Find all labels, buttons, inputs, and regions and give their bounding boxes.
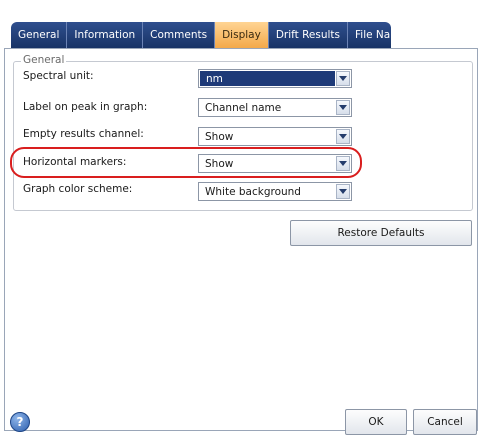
chevron-down-icon[interactable] (336, 184, 350, 199)
horizontal-markers-label: Horizontal markers: (23, 156, 127, 168)
tab-information[interactable]: Information (67, 22, 144, 48)
chevron-down-icon[interactable] (336, 129, 350, 144)
chevron-down-icon[interactable] (336, 156, 350, 171)
chevron-down-icon[interactable] (336, 71, 350, 86)
cancel-button[interactable]: Cancel (413, 409, 477, 435)
spectral-unit-select[interactable]: nm (198, 69, 352, 88)
tab-file-name[interactable]: File Name (348, 22, 391, 48)
horizontal-markers-select[interactable]: Show (198, 154, 352, 173)
label-on-peak-select[interactable]: Channel name (198, 98, 352, 117)
dialog-window: General Information Comments Display Dri… (0, 0, 481, 437)
restore-defaults-button[interactable]: Restore Defaults (290, 220, 472, 246)
graph-color-scheme-select[interactable]: White background (198, 182, 352, 201)
empty-results-channel-label: Empty results channel: (23, 128, 144, 140)
graph-color-scheme-value: White background (205, 185, 301, 198)
tab-display[interactable]: Display (215, 22, 269, 48)
chevron-down-icon[interactable] (336, 100, 350, 115)
tab-general[interactable]: General (11, 22, 68, 48)
label-on-peak-value: Channel name (205, 101, 282, 114)
tab-comments[interactable]: Comments (143, 22, 216, 48)
horizontal-markers-value: Show (205, 157, 234, 170)
display-settings-panel: General Spectral unit: nm Label on peak … (4, 48, 478, 431)
ok-button[interactable]: OK (345, 409, 407, 435)
label-on-peak-label: Label on peak in graph: (23, 101, 148, 113)
tab-bar: General Information Comments Display Dri… (11, 22, 391, 48)
help-icon[interactable]: ? (10, 412, 30, 432)
spectral-unit-label: Spectral unit: (23, 70, 94, 82)
graph-color-scheme-label: Graph color scheme: (23, 183, 133, 195)
empty-results-channel-select[interactable]: Show (198, 127, 352, 146)
empty-results-channel-value: Show (205, 130, 234, 143)
group-title: General (21, 54, 67, 66)
tab-drift-results[interactable]: Drift Results (269, 22, 349, 48)
spectral-unit-value: nm (200, 71, 335, 86)
